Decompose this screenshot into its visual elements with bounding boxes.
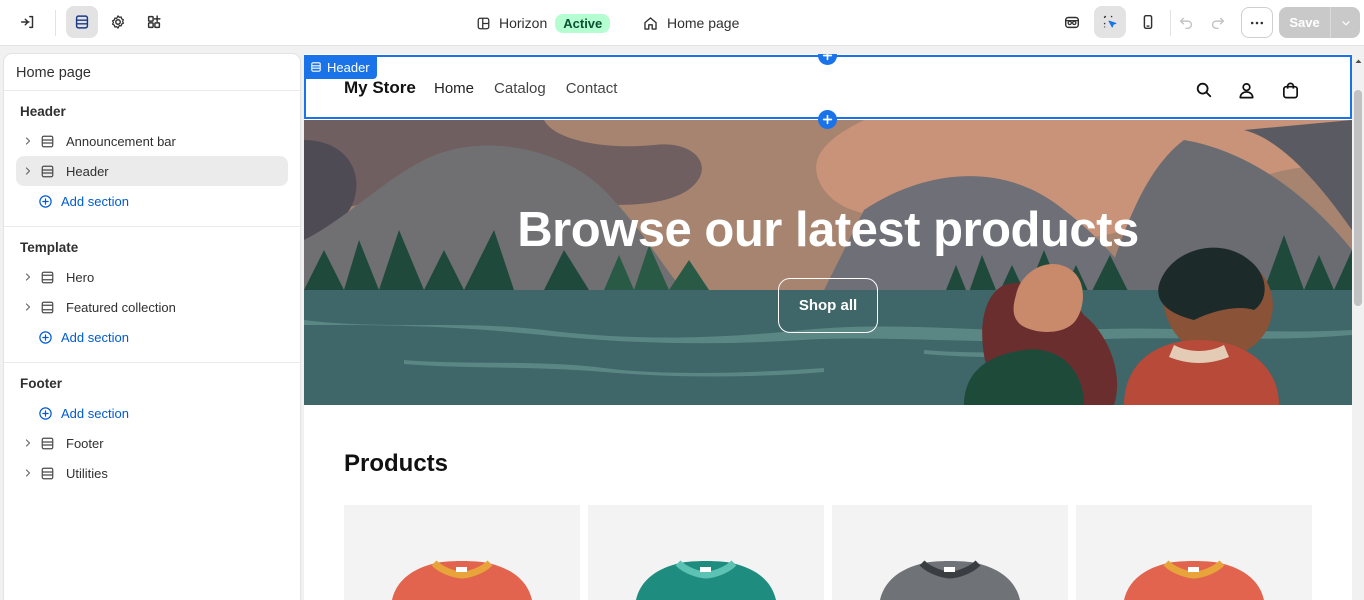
hero-heading[interactable]: Browse our latest products <box>304 202 1352 258</box>
save-options-button[interactable] <box>1330 7 1360 38</box>
chevron-right-icon[interactable] <box>18 438 38 448</box>
add-section-below-button[interactable] <box>818 110 837 129</box>
apps-icon <box>147 15 161 29</box>
section-label: Announcement bar <box>66 133 176 149</box>
section-group-template: Template Hero Featured collection Add se… <box>4 227 300 363</box>
more-actions-button[interactable] <box>1241 7 1273 38</box>
chevron-right-icon[interactable] <box>18 272 38 282</box>
add-section-button-header[interactable]: Add section <box>16 186 288 216</box>
group-title: Footer <box>20 376 62 391</box>
plus-icon <box>822 114 833 125</box>
product-card[interactable] <box>832 505 1068 600</box>
mobile-preview-button[interactable] <box>1132 6 1164 38</box>
home-icon <box>644 16 657 30</box>
chevron-right-icon[interactable] <box>18 302 38 312</box>
section-label: Hero <box>66 269 95 285</box>
divider <box>55 10 56 36</box>
plus-circle-icon <box>38 330 53 345</box>
sections-tab-button[interactable] <box>66 6 98 38</box>
theme-settings-button[interactable] <box>102 6 134 38</box>
section-header-icon <box>311 62 321 72</box>
section-label: Footer <box>66 435 104 451</box>
tshirt-image <box>880 560 1020 600</box>
hero-section[interactable]: Browse our latest products Shop all <box>304 120 1352 405</box>
hero-illustration <box>304 120 1352 405</box>
save-button-group: Save <box>1279 7 1360 38</box>
section-group-header: Header Announcement bar Header Add secti… <box>4 91 300 227</box>
chevron-down-icon <box>1341 20 1350 25</box>
section-item-featured-collection[interactable]: Featured collection <box>16 292 288 322</box>
cursor-select-icon <box>1103 15 1117 28</box>
status-badge: Active <box>555 13 611 33</box>
page-name: Home page <box>667 15 740 31</box>
shop-all-button[interactable]: Shop all <box>778 278 878 333</box>
chevron-right-icon[interactable] <box>18 166 38 176</box>
product-card[interactable] <box>1076 505 1312 600</box>
add-section-label: Add section <box>61 329 129 345</box>
store-preview-frame[interactable]: My Store Home Catalog Contact Browse our… <box>304 54 1352 600</box>
section-label: Featured collection <box>66 299 176 315</box>
scroll-up-arrow-icon[interactable] <box>1353 56 1364 66</box>
redo-icon <box>1211 17 1225 30</box>
product-card[interactable] <box>588 505 824 600</box>
section-header-icon <box>40 134 58 149</box>
selected-section-label: Header <box>327 59 370 75</box>
tshirt-image <box>392 560 532 600</box>
exit-icon <box>20 15 34 29</box>
group-title: Template <box>20 240 79 255</box>
save-button[interactable]: Save <box>1279 7 1330 38</box>
add-section-label: Add section <box>61 405 129 421</box>
mobile-icon <box>1143 14 1153 30</box>
section-header-icon <box>40 164 58 179</box>
products-heading[interactable]: Products <box>344 450 448 478</box>
product-card[interactable] <box>344 505 580 600</box>
section-item-hero[interactable]: Hero <box>16 262 288 292</box>
inspector-icon <box>1064 16 1080 29</box>
apps-button[interactable] <box>138 6 170 38</box>
section-icon <box>40 270 58 285</box>
section-footer-icon <box>40 436 58 451</box>
plus-icon <box>822 54 833 61</box>
inspector-toggle-button[interactable] <box>1056 6 1088 38</box>
add-section-button-template[interactable]: Add section <box>16 322 288 352</box>
section-label: Utilities <box>66 465 108 481</box>
section-item-announcement-bar[interactable]: Announcement bar <box>16 126 288 156</box>
section-icon <box>40 300 58 315</box>
sidebar-title: Home page <box>4 54 300 91</box>
section-item-header[interactable]: Header <box>16 156 288 186</box>
tshirt-image <box>1124 560 1264 600</box>
plus-circle-icon <box>38 406 53 421</box>
sections-icon <box>75 15 89 29</box>
gear-icon <box>111 15 125 29</box>
selected-section-tag[interactable]: Header <box>304 55 377 79</box>
page-selector[interactable]: Home page <box>642 12 739 34</box>
add-section-label: Add section <box>61 193 129 209</box>
add-section-button-footer[interactable]: Add section <box>16 398 288 428</box>
tshirt-image <box>636 560 776 600</box>
theme-selector[interactable]: Horizon Active <box>476 12 611 34</box>
redo-button[interactable] <box>1202 6 1234 38</box>
theme-icon <box>477 17 490 29</box>
select-element-button[interactable] <box>1094 6 1126 38</box>
section-group-footer: Footer Add section Footer Utilities <box>4 363 300 498</box>
top-bar: Horizon Active Home page Save <box>0 0 1364 46</box>
theme-name: Horizon <box>499 15 548 31</box>
ellipsis-icon <box>1250 21 1264 24</box>
undo-button[interactable] <box>1170 6 1202 38</box>
section-item-footer[interactable]: Footer <box>16 428 288 458</box>
chevron-right-icon[interactable] <box>18 468 38 478</box>
undo-icon <box>1179 17 1193 30</box>
plus-circle-icon <box>38 194 53 209</box>
section-item-utilities[interactable]: Utilities <box>16 458 288 488</box>
group-title: Header <box>20 104 66 119</box>
section-footer-icon <box>40 466 58 481</box>
section-label: Header <box>66 163 109 179</box>
exit-button[interactable] <box>12 6 44 38</box>
preview-scrollbar-thumb[interactable] <box>1354 90 1362 306</box>
sections-sidebar: Home page Header Announcement bar Header… <box>4 54 300 600</box>
chevron-right-icon[interactable] <box>18 136 38 146</box>
